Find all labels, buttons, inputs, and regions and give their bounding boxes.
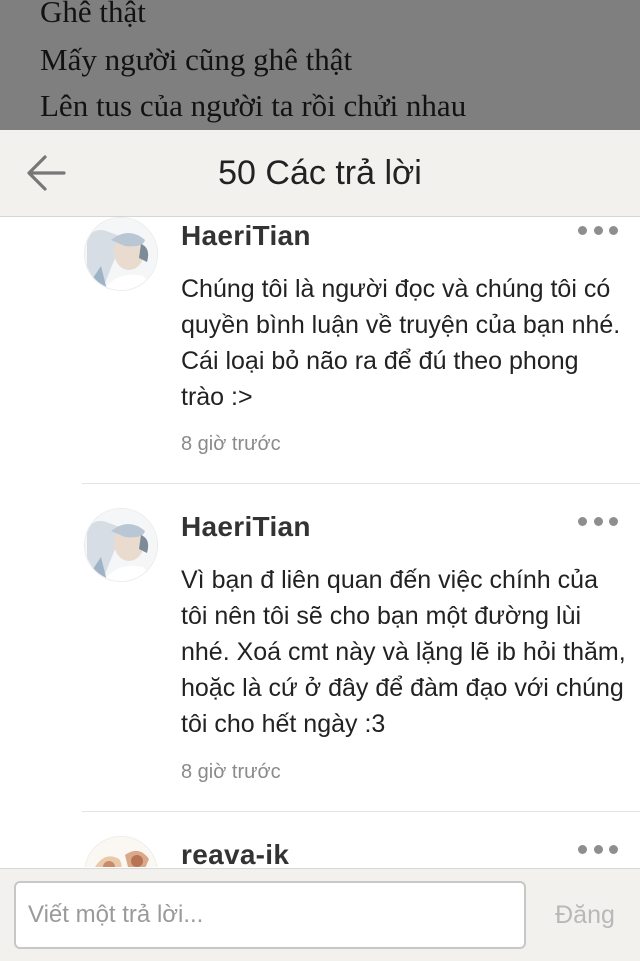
comment-divider [82, 483, 640, 484]
comment-timestamp: 8 giờ trước [181, 433, 281, 455]
comment-username[interactable]: HaeriTian [181, 220, 311, 252]
comment-text: Vì bạn đ liên quan đến việc chính của tô… [181, 566, 626, 738]
story-line: Lên tus của người ta rồi chửi nhau [40, 88, 467, 123]
user-avatar[interactable] [84, 217, 158, 291]
comment-username[interactable]: reava-ik [181, 839, 289, 867]
replies-list[interactable]: HaeriTian Chúng tôi là người đọc và chún… [0, 217, 640, 867]
comment-username[interactable]: HaeriTian [181, 511, 311, 543]
back-button[interactable] [22, 150, 70, 196]
comment-text: Chúng tôi là người đọc và chúng tôi có q… [181, 275, 621, 411]
user-avatar[interactable] [84, 508, 158, 582]
more-options-icon[interactable] [578, 512, 618, 530]
reply-composer: Đăng [0, 868, 640, 961]
comment-timestamp: 8 giờ trước [181, 761, 281, 783]
comment-divider [82, 811, 640, 812]
replies-header: 50 Các trả lời [0, 130, 640, 217]
story-backdrop: Ghê thật Mấy người cũng ghê thật Lên tus… [0, 0, 640, 130]
story-line: Mấy người cũng ghê thật [40, 42, 353, 77]
page-title: 50 Các trả lời [218, 154, 422, 192]
reply-input[interactable] [14, 881, 526, 949]
more-options-icon[interactable] [578, 840, 618, 858]
story-line: Ghê thật [40, 0, 146, 29]
arrow-left-icon [27, 155, 66, 191]
post-button[interactable]: Đăng [540, 881, 630, 949]
more-options-icon[interactable] [578, 221, 618, 239]
user-avatar[interactable] [84, 836, 158, 867]
